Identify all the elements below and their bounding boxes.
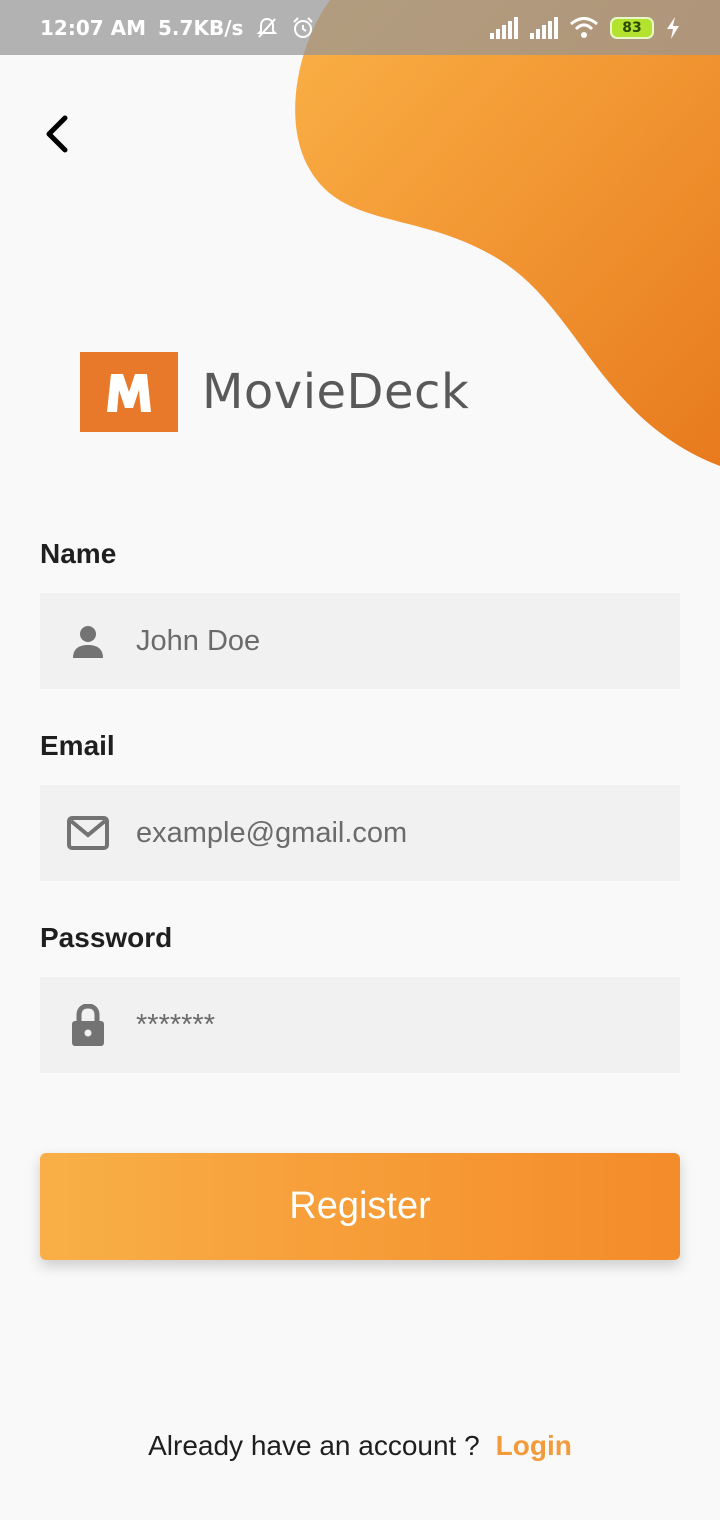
alarm-icon <box>291 16 315 40</box>
logo-m-icon <box>107 374 151 412</box>
email-label: Email <box>40 730 115 761</box>
status-bar: 12:07 AM 5.7KB/s 83 <box>0 0 720 55</box>
network-speed: 5.7KB/s <box>158 15 244 40</box>
email-field-container[interactable] <box>40 785 680 881</box>
logo-text: MovieDeck <box>202 364 470 420</box>
signal-icon <box>490 16 518 39</box>
person-icon <box>73 626 103 658</box>
muted-bell-icon <box>255 16 279 40</box>
email-input[interactable] <box>136 803 656 863</box>
logo-mark <box>80 352 178 432</box>
password-input[interactable] <box>136 995 656 1055</box>
login-link[interactable]: Login <box>496 1430 572 1462</box>
login-prompt: Already have an account ? Login <box>0 1430 720 1462</box>
lock-icon <box>72 1004 104 1046</box>
charging-icon <box>666 16 680 39</box>
register-button[interactable]: Register <box>40 1153 680 1260</box>
password-field-container[interactable] <box>40 977 680 1073</box>
back-button[interactable] <box>32 110 80 158</box>
name-label: Name <box>40 538 117 569</box>
password-label: Password <box>40 922 173 953</box>
login-prompt-text: Already have an account ? <box>148 1430 480 1461</box>
chevron-left-icon <box>46 115 68 153</box>
app-logo: MovieDeck <box>80 352 469 432</box>
status-time: 12:07 AM <box>40 15 147 40</box>
signal-icon <box>530 16 558 39</box>
name-input[interactable] <box>136 611 656 671</box>
name-field-container[interactable] <box>40 593 680 689</box>
mail-icon <box>67 816 109 850</box>
wifi-icon <box>570 16 598 39</box>
battery-icon: 83 <box>610 16 654 39</box>
